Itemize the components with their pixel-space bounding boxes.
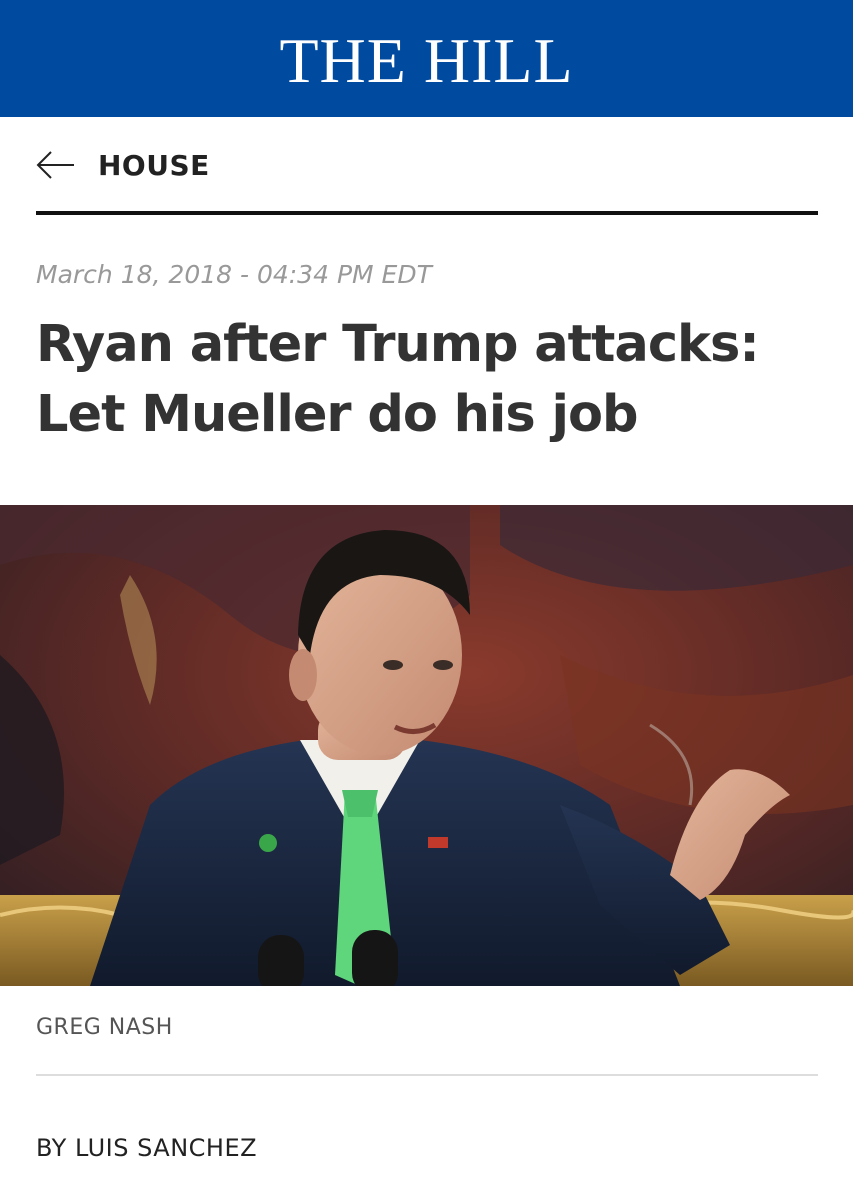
photo-credit: GREG NASH bbox=[36, 1015, 173, 1040]
section-divider bbox=[36, 211, 818, 215]
hero-photo bbox=[0, 505, 853, 986]
article-dateline: March 18, 2018 - 04:34 PM EDT bbox=[36, 260, 432, 289]
article-headline: Ryan after Trump attacks: Let Mueller do… bbox=[36, 315, 760, 444]
masthead: THE HILL bbox=[0, 0, 853, 117]
credit-divider bbox=[36, 1074, 818, 1076]
section-nav: HOUSE bbox=[36, 140, 818, 190]
site-logo[interactable]: THE HILL bbox=[279, 28, 573, 93]
arrow-left-icon[interactable] bbox=[36, 150, 76, 180]
article-page: THE HILL HOUSE March 18, 2018 - 04:34 PM… bbox=[0, 0, 853, 1200]
article-byline[interactable]: BY LUIS SANCHEZ bbox=[36, 1134, 257, 1162]
section-link-house[interactable]: HOUSE bbox=[98, 149, 210, 182]
